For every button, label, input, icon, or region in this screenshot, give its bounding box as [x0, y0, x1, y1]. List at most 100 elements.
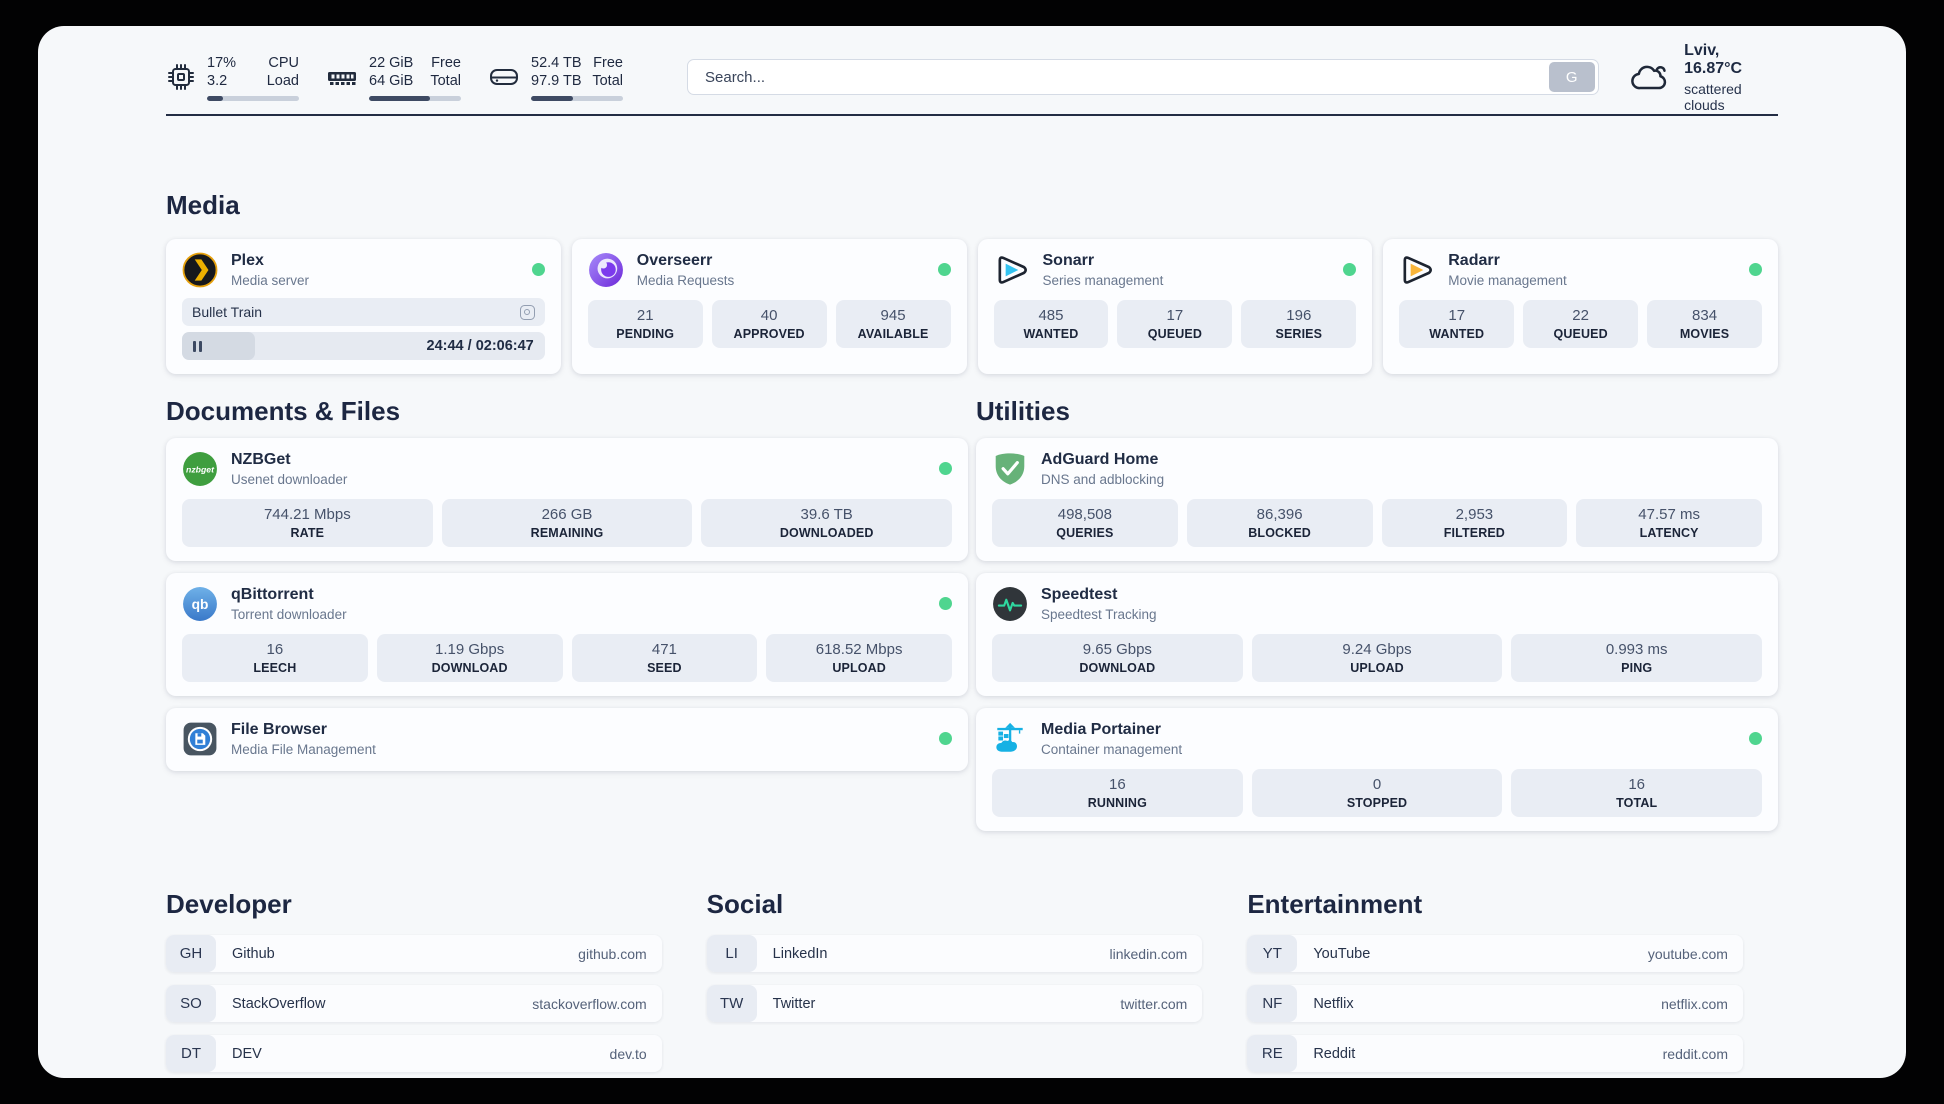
- documents-column: Documents & Files nzbget NZBGet Usenet d…: [166, 396, 968, 843]
- service-link-plex[interactable]: Plex Media server: [182, 251, 545, 288]
- bookmarks-social: Social LI LinkedIn linkedin.com TW Twitt…: [706, 889, 1203, 1078]
- bookmark-dev[interactable]: DT DEV dev.to: [166, 1035, 662, 1072]
- cpu-icon: [168, 64, 194, 90]
- service-card-nzbget: nzbget NZBGet Usenet downloader 744.21 M…: [166, 438, 968, 561]
- stat-filtered: 2,953 FILTERED: [1381, 499, 1568, 547]
- stat-download: 9.65 Gbps DOWNLOAD: [992, 634, 1243, 682]
- top-bar: 17% 3.2 CPU Load 22 GiB 64 GiB Free Tota…: [166, 26, 1778, 113]
- service-link-overseerr[interactable]: Overseerr Media Requests: [588, 251, 951, 288]
- section-title-documents: Documents & Files: [166, 396, 401, 426]
- now-playing-title: Bullet Train: [192, 304, 263, 320]
- stat-queued: 22 QUEUED: [1523, 300, 1639, 348]
- sonarr-icon: [994, 252, 1030, 288]
- weather-summary: Lviv, 16.87°C: [1684, 41, 1743, 77]
- qbittorrent-icon: qb: [182, 586, 218, 622]
- section-title-entertainment: Entertainment: [1247, 889, 1423, 919]
- camera-icon: [519, 304, 535, 320]
- service-card-qbittorrent: qb qBittorrent Torrent downloader 16 LEE…: [166, 573, 968, 696]
- status-dot: [1343, 263, 1357, 276]
- service-card-radarr: Radarr Movie management 17 WANTED 22 QUE…: [1383, 239, 1778, 374]
- service-link-radarr[interactable]: Radarr Movie management: [1399, 251, 1762, 288]
- service-link-portainer[interactable]: Media Portainer Container management: [992, 720, 1762, 757]
- stat-series: 196 SERIES: [1241, 300, 1357, 348]
- svg-text:nzbget: nzbget: [186, 464, 215, 474]
- player-time: 24:44 / 02:06:47: [426, 338, 534, 354]
- service-card-adguard: AdGuard Home DNS and adblocking 498,508 …: [976, 438, 1778, 561]
- cpu-labels: CPU Load: [266, 54, 299, 89]
- search-provider-button[interactable]: G: [1548, 62, 1595, 92]
- memory-labels: Free Total: [430, 54, 461, 89]
- cpu-progress-bar: [207, 95, 299, 101]
- bookmark-netflix[interactable]: NF Netflix netflix.com: [1247, 985, 1743, 1022]
- stat-queries: 498,508 QUERIES: [992, 499, 1178, 547]
- search-bar: G: [687, 59, 1599, 95]
- stat-pending: 21 PENDING: [587, 300, 703, 348]
- svg-text:qb: qb: [192, 597, 209, 612]
- weather-condition: scattered clouds: [1684, 80, 1742, 113]
- player-progress-row: 24:44 / 02:06:47: [182, 332, 545, 360]
- pause-icon: [193, 340, 202, 352]
- stat-approved: 40 APPROVED: [711, 300, 827, 348]
- stat-ping: 0.993 ms PING: [1511, 634, 1763, 682]
- service-link-speedtest[interactable]: Speedtest Speedtest Tracking: [992, 585, 1762, 622]
- search-input[interactable]: [688, 68, 1549, 86]
- stat-upload: 618.52 Mbps UPLOAD: [766, 634, 952, 682]
- memory-icon: [328, 72, 356, 85]
- stat-leech: 16 LEECH: [182, 634, 368, 682]
- stat-rate: 744.21 Mbps RATE: [182, 499, 433, 547]
- stat-latency: 47.57 ms LATENCY: [1576, 499, 1762, 547]
- stat-running: 16 RUNNING: [992, 769, 1243, 817]
- status-dot: [939, 462, 952, 475]
- stat-blocked: 86,396 BLOCKED: [1186, 499, 1373, 547]
- service-card-portainer: Media Portainer Container management 16 …: [976, 708, 1778, 831]
- cloud-icon: [1630, 65, 1666, 90]
- service-card-filebrowser: File Browser Media File Management: [166, 708, 968, 771]
- stat-downloaded: 39.6 TB DOWNLOADED: [701, 499, 953, 547]
- disk-widget: 52.4 TB 97.9 TB Free Total: [488, 54, 623, 101]
- bookmark-github[interactable]: GH Github github.com: [166, 935, 662, 972]
- disk-progress-bar: [531, 95, 623, 101]
- adguard-icon: [992, 451, 1028, 487]
- stat-wanted: 17 WANTED: [1399, 300, 1515, 348]
- bookmark-reddit[interactable]: RE Reddit reddit.com: [1247, 1035, 1743, 1072]
- status-dot: [1749, 732, 1762, 745]
- stat-total: 16 TOTAL: [1511, 769, 1763, 817]
- section-title-utilities: Utilities: [976, 396, 1070, 426]
- stat-seed: 471 SEED: [571, 634, 758, 682]
- status-dot: [939, 732, 952, 745]
- section-title-developer: Developer: [166, 889, 292, 919]
- stat-upload: 9.24 Gbps UPLOAD: [1251, 634, 1503, 682]
- status-dot: [939, 597, 952, 610]
- stat-stopped: 0 STOPPED: [1251, 769, 1503, 817]
- bookmark-linkedin[interactable]: LI LinkedIn linkedin.com: [706, 935, 1203, 972]
- stat-remaining: 266 GB REMAINING: [441, 499, 693, 547]
- plex-icon: [182, 252, 218, 288]
- service-link-filebrowser[interactable]: File Browser Media File Management: [182, 720, 952, 757]
- service-link-adguard[interactable]: AdGuard Home DNS and adblocking: [992, 450, 1762, 487]
- disk-values: 52.4 TB 97.9 TB: [531, 54, 582, 89]
- status-dot: [531, 263, 545, 276]
- status-dot: [937, 263, 951, 276]
- service-link-sonarr[interactable]: Sonarr Series management: [994, 251, 1357, 288]
- service-link-nzbget[interactable]: nzbget NZBGet Usenet downloader: [182, 450, 952, 487]
- cpu-values: 17% 3.2: [207, 54, 237, 89]
- memory-progress-bar: [369, 95, 461, 101]
- portainer-icon: [992, 721, 1028, 757]
- memory-widget: 22 GiB 64 GiB Free Total: [326, 54, 461, 101]
- disk-labels: Free Total: [592, 54, 623, 89]
- stat-download: 1.19 Gbps DOWNLOAD: [376, 634, 563, 682]
- bookmark-stackoverflow[interactable]: SO StackOverflow stackoverflow.com: [166, 985, 662, 1022]
- stat-queued: 17 QUEUED: [1117, 300, 1233, 348]
- service-card-speedtest: Speedtest Speedtest Tracking 9.65 Gbps D…: [976, 573, 1778, 696]
- bookmark-youtube[interactable]: YT YouTube youtube.com: [1247, 935, 1743, 972]
- utilities-column: Utilities AdGuard Home DNS and adblockin…: [976, 396, 1778, 843]
- bookmark-twitter[interactable]: TW Twitter twitter.com: [706, 985, 1203, 1022]
- overseerr-icon: [588, 252, 624, 288]
- cpu-widget: 17% 3.2 CPU Load: [166, 54, 299, 101]
- header-divider: [166, 114, 1778, 116]
- service-link-qbittorrent[interactable]: qb qBittorrent Torrent downloader: [182, 585, 952, 622]
- nzbget-icon: nzbget: [182, 451, 218, 487]
- filebrowser-icon: [182, 721, 218, 757]
- speedtest-icon: [992, 586, 1028, 622]
- dashboard-page: 17% 3.2 CPU Load 22 GiB 64 GiB Free Tota…: [38, 26, 1906, 1078]
